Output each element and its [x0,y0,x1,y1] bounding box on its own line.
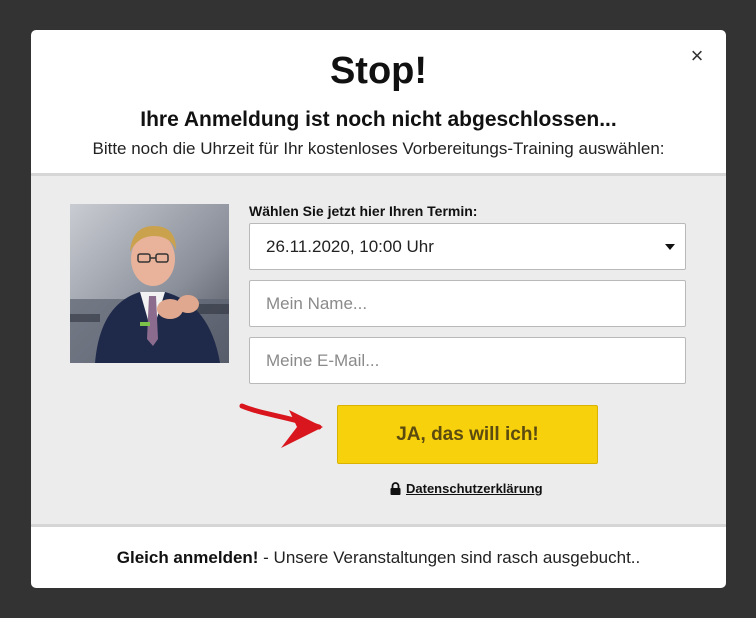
modal-body: Wählen Sie jetzt hier Ihren Termin: 26.1… [31,173,726,527]
red-arrow-icon [239,403,323,448]
date-select[interactable]: 26.11.2020, 10:00 Uhr [249,223,686,270]
caret-down-icon [665,244,675,250]
date-select-value: 26.11.2020, 10:00 Uhr [266,237,434,256]
submit-button[interactable]: JA, das will ich! [337,405,598,464]
email-input[interactable] [249,337,686,384]
privacy-link[interactable]: Datenschutzerklärung [406,481,543,496]
modal-title: Stop! [329,50,428,92]
speaker-photo [70,204,229,363]
modal-header: Stop! Ihre Anmeldung ist noch nicht abge… [31,30,726,173]
modal-subtitle: Ihre Anmeldung ist noch nicht abgeschlos… [140,108,617,131]
name-input[interactable] [249,280,686,327]
footer-bold-text: Gleich anmelden! [116,548,259,567]
privacy-row: Datenschutzerklärung [390,481,543,496]
footer-text: - Unsere Veranstaltungen sind rasch ausg… [258,548,641,567]
signup-modal: × Stop! Ihre Anmeldung ist noch nicht ab… [31,30,726,588]
close-icon[interactable]: × [687,45,707,67]
date-label: Wählen Sie jetzt hier Ihren Termin: [249,203,478,219]
modal-description: Bitte noch die Uhrzeit für Ihr kostenlos… [92,139,665,158]
registration-form: Wählen Sie jetzt hier Ihren Termin: 26.1… [249,202,686,384]
lock-icon [390,482,401,495]
modal-footer: Gleich anmelden! - Unsere Veranstaltunge… [31,527,726,588]
